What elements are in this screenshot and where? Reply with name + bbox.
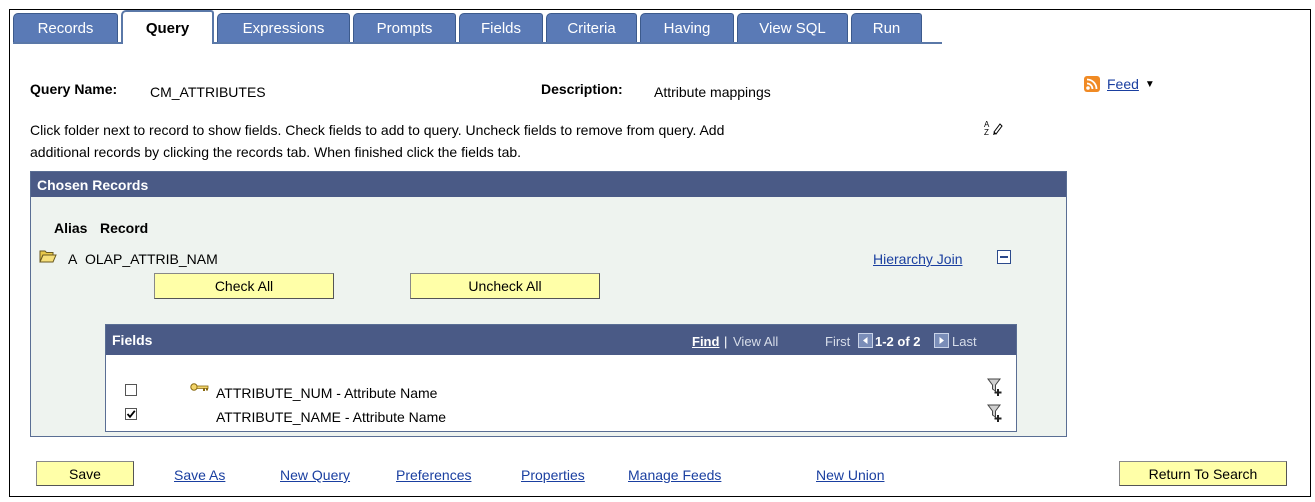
new-union-link[interactable]: New Union xyxy=(816,467,884,483)
chosen-records-title: Chosen Records xyxy=(37,176,149,193)
next-page-icon[interactable] xyxy=(934,332,949,349)
tab-records[interactable]: Records xyxy=(13,13,118,42)
find-separator: | xyxy=(724,334,728,349)
hierarchy-join-link[interactable]: Hierarchy Join xyxy=(873,251,962,267)
feed-menu[interactable]: Feed ▼ xyxy=(1084,76,1155,92)
tab-prompts[interactable]: Prompts xyxy=(353,13,456,42)
save-as-link[interactable]: Save As xyxy=(174,467,225,483)
check-all-button[interactable]: Check All xyxy=(154,273,334,299)
save-button[interactable]: Save xyxy=(36,461,134,486)
last-link[interactable]: Last xyxy=(952,334,977,349)
description-value: Attribute mappings xyxy=(654,84,771,100)
fields-grid-title: Fields xyxy=(112,332,153,348)
instructions-line-1: Click folder next to record to show fiel… xyxy=(30,122,725,138)
collapse-icon[interactable] xyxy=(997,250,1011,264)
previous-page-icon[interactable] xyxy=(858,332,873,349)
query-name-value: CM_ATTRIBUTES xyxy=(150,84,266,100)
tab-having[interactable]: Having xyxy=(640,13,734,42)
return-to-search-button[interactable]: Return To Search xyxy=(1119,461,1287,486)
find-link[interactable]: Find xyxy=(692,334,719,349)
spell-check-icon[interactable]: A Z xyxy=(983,119,1005,140)
manage-feeds-link[interactable]: Manage Feeds xyxy=(628,467,721,483)
view-all-link[interactable]: View All xyxy=(733,334,778,349)
fields-grid-header: Fields Find | View All First 1-2 of 2 La… xyxy=(106,325,1016,355)
page-range: 1-2 of 2 xyxy=(875,334,921,349)
uncheck-all-button[interactable]: Uncheck All xyxy=(410,273,600,299)
rss-feed-icon xyxy=(1084,76,1100,92)
record-column-header: Record xyxy=(100,220,149,236)
tab-fields[interactable]: Fields xyxy=(459,13,543,42)
first-link[interactable]: First xyxy=(825,334,850,349)
tab-view-sql[interactable]: View SQL xyxy=(737,13,848,42)
caret-down-icon[interactable]: ▼ xyxy=(1145,79,1155,90)
svg-text:Z: Z xyxy=(984,128,989,137)
fields-grid: Fields Find | View All First 1-2 of 2 La… xyxy=(105,324,1017,432)
key-icon xyxy=(190,381,210,397)
description-label: Description: xyxy=(541,81,623,97)
add-criteria-funnel-icon[interactable] xyxy=(987,403,1003,426)
query-manager-page: Records Query Expressions Prompts Fields… xyxy=(9,9,1311,497)
preferences-link[interactable]: Preferences xyxy=(396,467,471,483)
tab-run[interactable]: Run xyxy=(851,13,922,42)
record-name: OLAP_ATTRIB_NAM xyxy=(85,251,218,267)
field-checkbox-attribute-name[interactable] xyxy=(125,408,137,420)
field-label-attribute-name: ATTRIBUTE_NAME - Attribute Name xyxy=(216,409,447,425)
tab-query[interactable]: Query xyxy=(121,10,214,44)
add-criteria-funnel-icon[interactable] xyxy=(987,377,1003,400)
new-query-link[interactable]: New Query xyxy=(280,467,350,483)
field-checkbox-attribute-num[interactable] xyxy=(125,384,137,396)
open-folder-icon[interactable] xyxy=(39,249,57,266)
properties-link[interactable]: Properties xyxy=(521,467,585,483)
query-name-label: Query Name: xyxy=(30,81,118,97)
tab-criteria[interactable]: Criteria xyxy=(546,13,637,42)
chosen-records-panel: Chosen Records Alias Record A OLAP_ATTRI… xyxy=(30,171,1067,437)
feed-link[interactable]: Feed xyxy=(1107,76,1139,92)
record-alias: A xyxy=(68,251,78,267)
field-label-attribute-num: ATTRIBUTE_NUM - Attribute Name xyxy=(216,385,438,401)
alias-column-header: Alias xyxy=(54,220,88,236)
tab-expressions[interactable]: Expressions xyxy=(217,13,350,42)
chosen-records-header: Chosen Records xyxy=(31,172,1066,197)
instructions-line-2: additional records by clicking the recor… xyxy=(30,144,522,160)
